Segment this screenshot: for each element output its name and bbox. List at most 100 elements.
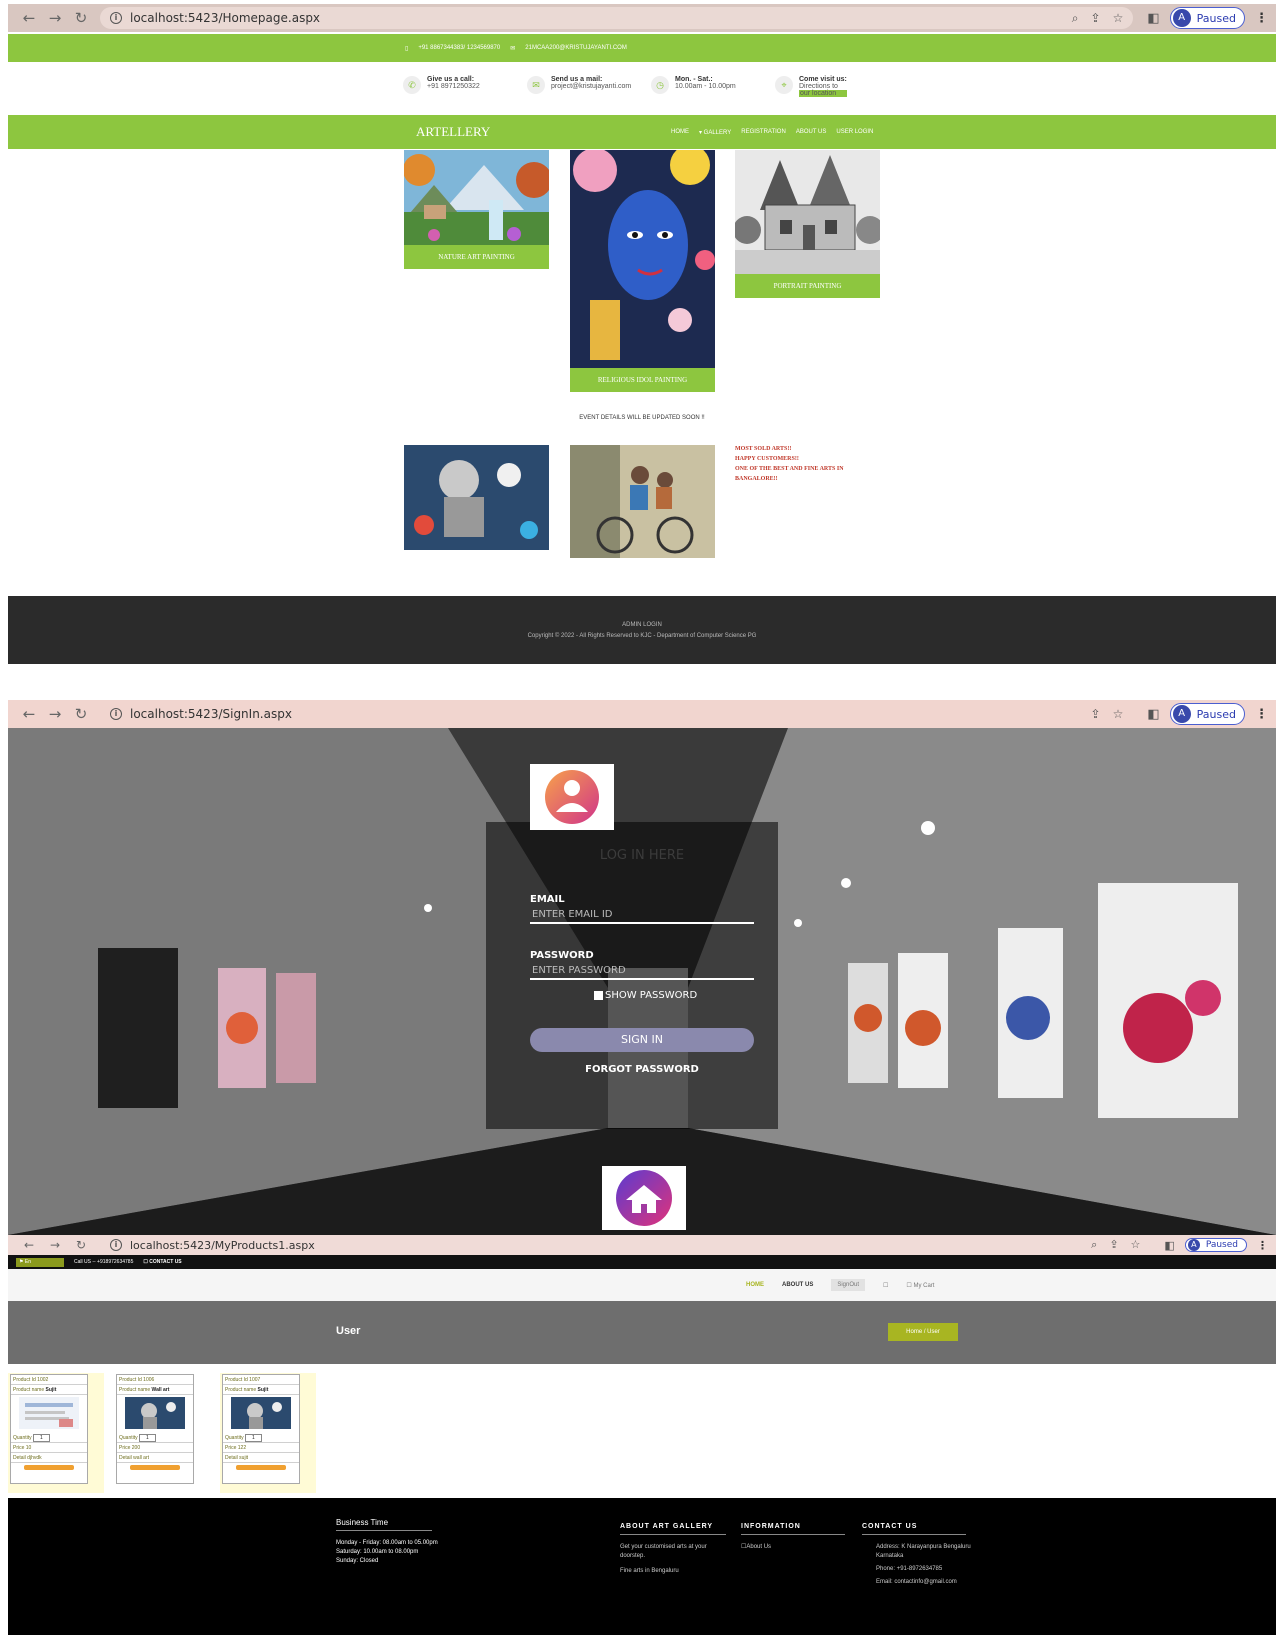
profile-button[interactable]: A Paused <box>1184 1238 1247 1252</box>
sold-line: MOST SOLD ARTS!! <box>735 446 792 452</box>
sign-in-button[interactable]: SIGN IN <box>530 1028 754 1052</box>
about-text: Fine arts in Bengaluru <box>620 1568 679 1574</box>
product-name: Sujit <box>257 1387 269 1393</box>
my-cart-link[interactable]: ☐ My Cart <box>906 1282 934 1289</box>
product-price: Price 122 <box>223 1443 299 1453</box>
location-link[interactable]: our location <box>799 90 847 97</box>
breadcrumb[interactable]: Home / User <box>888 1323 958 1341</box>
nav-user-login[interactable]: USER LOGIN <box>836 129 873 136</box>
nav-gallery[interactable]: ▾ GALLERY <box>699 129 731 136</box>
religious-painting-image <box>570 145 715 368</box>
about-us-link[interactable]: ☐About Us <box>741 1543 845 1552</box>
email-field[interactable] <box>530 906 754 924</box>
info-title: Come visit us: <box>799 76 847 83</box>
language-select[interactable]: ⚑ En <box>16 1257 64 1267</box>
signout-button[interactable]: SignOut <box>831 1279 866 1291</box>
info-icon[interactable]: i <box>110 1239 122 1251</box>
back-icon[interactable]: ← <box>16 9 42 27</box>
browser-toolbar: ← → ↻ i localhost:5423/MyProducts1.aspx … <box>8 1235 1276 1255</box>
quantity-select[interactable]: 1 <box>245 1434 262 1442</box>
product-name: Wall art <box>151 1387 170 1393</box>
address-bar[interactable]: i localhost:5423/SignIn.aspx ⇪ ☆ <box>100 703 1134 725</box>
information-title: INFORMATION <box>741 1522 845 1535</box>
profile-button[interactable]: A Paused <box>1169 7 1245 29</box>
nav-home[interactable]: HOME <box>671 129 689 136</box>
sidepanel-icon[interactable]: ◧ <box>1147 707 1159 722</box>
star-icon[interactable]: ☆ <box>1113 707 1124 721</box>
site-footer: Business Time Monday - Friday: 08.00am t… <box>8 1498 1276 1635</box>
menu-icon[interactable]: ⋮ <box>1257 1239 1268 1252</box>
add-to-cart-button[interactable] <box>24 1465 74 1470</box>
contact-topbar: ▯ +91 8867344383/ 1234569870 ✉ 21MCAA200… <box>8 34 1276 62</box>
info-icon[interactable]: i <box>110 12 122 24</box>
time-line: Sunday: Closed <box>336 1558 379 1564</box>
zoom-icon[interactable]: ⌕ <box>1072 11 1079 26</box>
product-detail: Detail djhvdk <box>11 1453 87 1463</box>
add-to-cart-button[interactable] <box>130 1465 180 1470</box>
nav-about[interactable]: ABOUT US <box>796 129 827 136</box>
product-card: Product Id 1006 Product name Wall art Qu… <box>116 1374 194 1484</box>
email-label: EMAIL <box>530 894 565 905</box>
info-hours: ◷ Mon. - Sat.: 10.00am - 10.00pm <box>651 76 775 97</box>
forward-icon[interactable]: → <box>42 9 68 27</box>
address-bar[interactable]: i localhost:5423/MyProducts1.aspx ⌕ ⇪ ☆ <box>100 1237 1151 1253</box>
back-icon[interactable]: ← <box>16 1238 42 1252</box>
portrait-painting-image <box>733 150 884 274</box>
info-title: Mon. - Sat.: <box>675 76 713 83</box>
nav-about[interactable]: ABOUT US <box>782 1282 813 1288</box>
product-price: Price 200 <box>117 1443 193 1453</box>
back-icon[interactable]: ← <box>16 705 42 723</box>
forward-icon[interactable]: → <box>42 705 68 723</box>
sidepanel-icon[interactable]: ◧ <box>1147 11 1159 26</box>
nav-home[interactable]: HOME <box>746 1282 764 1288</box>
product-image <box>125 1397 185 1429</box>
quantity-select[interactable]: 1 <box>139 1434 156 1442</box>
show-password-checkbox[interactable] <box>594 991 603 1000</box>
product-price: Price 10 <box>11 1443 87 1453</box>
add-to-cart-button[interactable] <box>236 1465 286 1470</box>
sold-arts-text: MOST SOLD ARTS!! HAPPY CUSTOMERS!! ONE O… <box>735 444 844 484</box>
browser-toolbar: ← → ↻ i localhost:5423/SignIn.aspx ⇪ ☆ ◧… <box>8 700 1276 728</box>
cart-icon[interactable]: ☐ <box>883 1282 888 1289</box>
home-icon[interactable] <box>602 1166 686 1230</box>
address-bar[interactable]: i localhost:5423/Homepage.aspx ⌕ ⇪ ☆ <box>100 7 1134 29</box>
quantity-select[interactable]: 1 <box>33 1434 50 1442</box>
street-art-image <box>570 445 715 558</box>
password-field[interactable] <box>530 962 754 980</box>
info-title: Send us a mail: <box>551 76 603 83</box>
sidepanel-icon[interactable]: ◧ <box>1164 1239 1174 1252</box>
contact-phone: Phone: +91-8972634785 <box>876 1566 943 1572</box>
show-password-toggle[interactable]: SHOW PASSWORD <box>594 990 697 1001</box>
nav-registration[interactable]: REGISTRATION <box>741 129 786 136</box>
browser-toolbar: ← → ↻ i localhost:5423/Homepage.aspx ⌕ ⇪… <box>8 4 1276 32</box>
star-icon[interactable]: ☆ <box>1113 11 1124 26</box>
reload-icon[interactable]: ↻ <box>68 1238 94 1252</box>
menu-icon[interactable]: ⋮ <box>1255 707 1268 722</box>
clock-icon: ◷ <box>651 76 669 94</box>
contact-us: CONTACT US Address: K Narayanpura Bengal… <box>862 1522 972 1587</box>
product-name: Sujit <box>45 1387 57 1393</box>
menu-icon[interactable]: ⋮ <box>1255 11 1268 26</box>
religious-idol-card[interactable]: RELIGIOUS IDOL PAINTING <box>570 145 715 392</box>
nature-art-card[interactable]: NATURE ART PAINTING <box>403 150 552 269</box>
user-navbar: HOME ABOUT US SignOut ☐ ☐ My Cart <box>8 1269 1276 1301</box>
forward-icon[interactable]: → <box>42 1238 68 1252</box>
profile-button[interactable]: A Paused <box>1169 703 1245 725</box>
reload-icon[interactable]: ↻ <box>68 705 94 723</box>
quantity-row: Quantity 1 <box>117 1433 193 1443</box>
homepage-screenshot: ← → ↻ i localhost:5423/Homepage.aspx ⌕ ⇪… <box>8 4 1276 664</box>
star-icon[interactable]: ☆ <box>1131 1238 1141 1252</box>
share-icon[interactable]: ⇪ <box>1091 707 1101 721</box>
admin-login-link[interactable]: ADMIN LOGIN <box>8 620 1276 631</box>
product-detail: Detail sujit <box>223 1453 299 1463</box>
info-mail: ✉ Send us a mail: project@kristujayanti.co… <box>527 76 651 97</box>
share-icon[interactable]: ⇪ <box>1091 11 1101 26</box>
reload-icon[interactable]: ↻ <box>68 9 94 27</box>
zoom-icon[interactable]: ⌕ <box>1091 1238 1097 1252</box>
info-icon[interactable]: i <box>110 708 122 720</box>
contact-us-link[interactable]: ☐ CONTACT US <box>143 1259 181 1265</box>
share-icon[interactable]: ⇪ <box>1109 1238 1118 1252</box>
brand-logo[interactable]: ARTELLERY <box>416 124 490 140</box>
forgot-password-link[interactable]: FORGOT PASSWORD <box>530 1064 754 1075</box>
portrait-painting-card[interactable]: PORTRAIT PAINTING <box>733 150 884 298</box>
